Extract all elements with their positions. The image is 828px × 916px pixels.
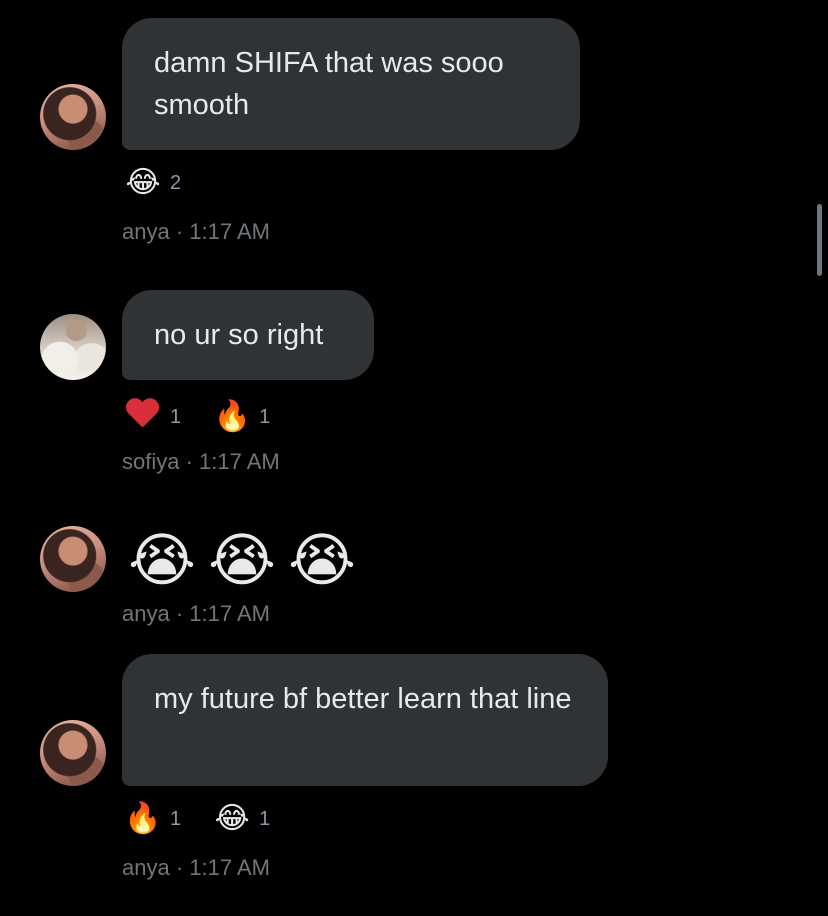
loudly-crying-face-icon: 😭 [288, 528, 356, 593]
avatar-anya[interactable] [40, 84, 106, 150]
reaction-fire[interactable]: 🔥 1 [211, 400, 270, 434]
reactions: 😂 2 [122, 166, 211, 200]
avatar-anya[interactable] [40, 526, 106, 592]
reaction-count: 1 [170, 807, 182, 830]
emoji-message[interactable]: 😭 😭 😭 [122, 526, 362, 596]
reaction-count: 1 [259, 807, 271, 830]
reaction-fire[interactable]: 🔥 1 [122, 802, 181, 836]
reaction-count: 1 [170, 405, 182, 428]
message-meta: anya · 1:17 AM [122, 601, 270, 626]
face-with-tears-of-joy-icon: 😂 [125, 166, 161, 199]
avatar-anya[interactable] [40, 720, 106, 786]
scrollbar[interactable] [817, 204, 822, 276]
message-text: no ur so right [154, 319, 324, 351]
reactions: 🔥 1 😂 1 [122, 802, 300, 836]
reaction-laughing[interactable]: 😂 1 [211, 802, 271, 836]
message-meta: anya · 1:17 AM [122, 219, 270, 244]
reactions: 1 🔥 1 [122, 396, 300, 438]
message-text: damn SHIFA that was sooo smooth [154, 47, 504, 121]
loudly-crying-face-icon: 😭 [128, 528, 196, 593]
reaction-laughing[interactable]: 😂 2 [122, 166, 181, 200]
message-bubble[interactable]: my future bf better learn that line [122, 654, 608, 786]
message-text: my future bf better learn that line [154, 683, 572, 715]
reaction-count: 1 [259, 405, 271, 428]
red-heart-icon [122, 396, 164, 438]
reaction-heart[interactable]: 1 [122, 396, 181, 438]
face-with-tears-of-joy-icon: 😂 [214, 802, 250, 835]
message-meta: sofiya · 1:17 AM [122, 449, 280, 474]
message-bubble[interactable]: damn SHIFA that was sooo smooth [122, 18, 580, 150]
message-bubble[interactable]: no ur so right [122, 290, 374, 380]
message-meta: anya · 1:17 AM [122, 855, 270, 880]
loudly-crying-face-icon: 😭 [208, 528, 276, 593]
avatar-sofiya[interactable] [40, 314, 106, 380]
reaction-count: 2 [170, 171, 182, 194]
fire-icon: 🔥 [213, 400, 251, 433]
fire-icon: 🔥 [124, 802, 162, 835]
